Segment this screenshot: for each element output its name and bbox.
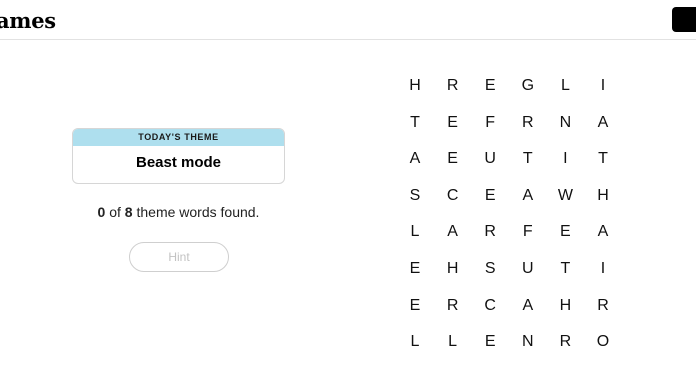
letter-cell[interactable]: A — [585, 214, 621, 250]
hint-button[interactable]: Hint — [129, 242, 229, 272]
letter-cell[interactable]: E — [435, 105, 471, 141]
letter-cell[interactable]: U — [472, 141, 508, 177]
theme-card: TODAY'S THEME Beast mode — [72, 128, 285, 184]
theme-title: Beast mode — [135, 154, 222, 171]
grid-row: SCEAWH — [397, 178, 622, 214]
games-logo[interactable]: ames — [0, 9, 56, 33]
top-header: ames — [0, 0, 696, 40]
grid-row: ERCAHR — [397, 288, 622, 324]
letter-cell[interactable]: R — [435, 68, 471, 104]
letter-cell[interactable]: L — [397, 214, 433, 250]
letter-cell[interactable]: R — [510, 105, 546, 141]
letter-cell[interactable]: S — [472, 251, 508, 287]
letter-cell[interactable]: H — [435, 251, 471, 287]
letter-cell[interactable]: W — [547, 178, 583, 214]
letter-cell[interactable]: A — [435, 214, 471, 250]
letter-cell[interactable]: F — [472, 105, 508, 141]
letter-cell[interactable]: R — [547, 324, 583, 360]
letter-cell[interactable]: H — [547, 288, 583, 324]
letter-cell[interactable]: R — [472, 214, 508, 250]
letter-cell[interactable]: E — [397, 251, 433, 287]
letter-cell[interactable]: F — [510, 214, 546, 250]
letter-cell[interactable]: N — [510, 324, 546, 360]
account-button[interactable] — [672, 7, 696, 32]
letter-cell[interactable]: A — [510, 288, 546, 324]
letter-cell[interactable]: L — [547, 68, 583, 104]
found-suffix: theme words found. — [132, 204, 260, 220]
grid-row: AEUTIT — [397, 141, 622, 177]
letter-cell[interactable]: T — [585, 141, 621, 177]
letter-cell[interactable]: N — [547, 105, 583, 141]
letter-cell[interactable]: T — [510, 141, 546, 177]
letter-cell[interactable]: I — [585, 251, 621, 287]
letter-cell[interactable]: C — [472, 288, 508, 324]
grid-row: LARFEA — [397, 214, 622, 250]
found-of-text: of — [105, 204, 125, 220]
letter-cell[interactable]: H — [585, 178, 621, 214]
letter-cell[interactable]: E — [397, 288, 433, 324]
total-count: 8 — [124, 204, 133, 220]
letter-cell[interactable]: R — [435, 288, 471, 324]
letter-cell[interactable]: S — [397, 178, 433, 214]
letter-cell[interactable]: R — [585, 288, 621, 324]
letter-cell[interactable]: H — [397, 68, 433, 104]
letter-cell[interactable]: T — [397, 105, 433, 141]
letter-cell[interactable]: E — [547, 214, 583, 250]
letter-cell[interactable]: A — [397, 141, 433, 177]
letter-cell[interactable]: I — [547, 141, 583, 177]
letter-cell[interactable]: A — [510, 178, 546, 214]
grid-row: HREGLI — [397, 68, 622, 104]
letter-cell[interactable]: G — [510, 68, 546, 104]
letter-cell[interactable]: T — [547, 251, 583, 287]
letter-cell[interactable]: E — [472, 68, 508, 104]
letter-cell[interactable]: L — [397, 324, 433, 360]
letter-cell[interactable]: I — [585, 68, 621, 104]
strands-game-page: ames TODAY'S THEME Beast mode 0 of 8 the… — [0, 0, 696, 392]
letter-cell[interactable]: A — [585, 105, 621, 141]
grid-row: LLENRO — [397, 324, 622, 360]
grid-row: TEFRNA — [397, 105, 622, 141]
letter-cell[interactable]: C — [435, 178, 471, 214]
letter-cell[interactable]: L — [435, 324, 471, 360]
letter-cell[interactable]: E — [472, 178, 508, 214]
letter-cell[interactable]: O — [585, 324, 621, 360]
letter-cell[interactable]: E — [472, 324, 508, 360]
grid-row: EHSUTI — [397, 251, 622, 287]
letter-cell[interactable]: U — [510, 251, 546, 287]
theme-words-progress: 0 of 8 theme words found. — [72, 203, 285, 221]
theme-label: TODAY'S THEME — [73, 129, 284, 146]
letter-cell[interactable]: E — [435, 141, 471, 177]
